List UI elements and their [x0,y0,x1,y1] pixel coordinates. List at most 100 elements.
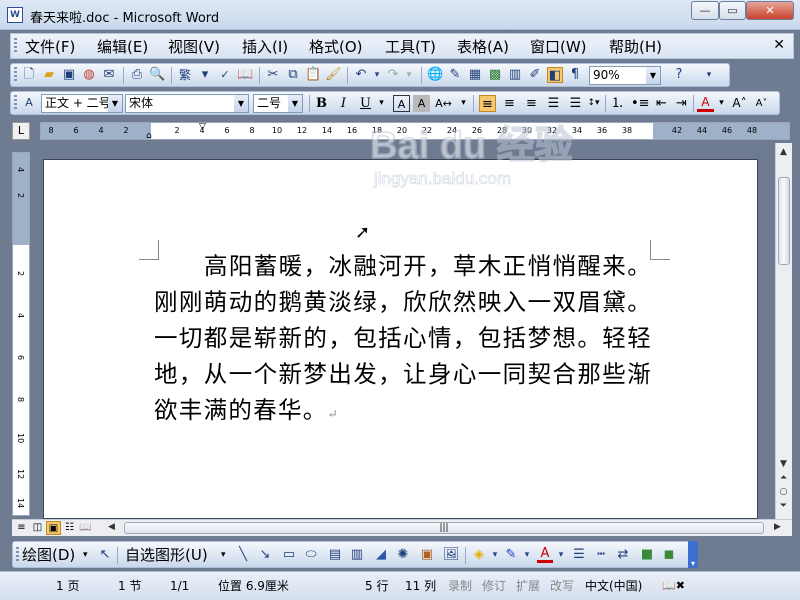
vertical-ruler[interactable]: 4 2 2 4 6 8 10 12 14 [12,152,30,516]
paragraph-text[interactable]: 高阳蓄暖，冰融河开，草木正悄悄醒来。刚刚萌动的鹅黄淡绿，欣欣然映入一双眉黛。一切… [154,252,652,424]
status-page-of[interactable]: 1/1 [170,578,189,594]
status-section[interactable]: 1 节 [118,578,141,594]
traditional-chinese-icon[interactable]: 繁 [177,67,193,83]
justify-icon[interactable]: ☰ [545,95,562,112]
drawing-font-color-icon[interactable]: A [537,547,553,563]
draw-menu-dropdown-icon[interactable]: ▾ [83,547,88,564]
character-scaling-icon[interactable]: A↔ [435,95,452,112]
new-document-icon[interactable]: 🗋 [21,67,37,83]
menu-tools[interactable]: 工具(T) [385,38,436,56]
align-center-icon[interactable]: ≡ [501,95,518,112]
drawing-toolbar-grip[interactable] [16,547,19,563]
insert-excel-icon[interactable]: ▩ [487,67,503,83]
arrow-icon[interactable]: ↘ [257,547,273,563]
font-size-select[interactable]: 二号 ▼ [253,94,303,113]
redo-icon[interactable]: ↷ [385,67,401,83]
status-line[interactable]: 5 行 [365,578,388,594]
underline-dropdown-icon[interactable]: ▾ [373,95,390,112]
columns-icon[interactable]: ▥ [507,67,523,83]
menu-table[interactable]: 表格(A) [457,38,509,56]
reading-layout-view-icon[interactable]: 📖 [78,521,93,535]
next-page-icon[interactable]: ⏷ [776,501,791,511]
menu-format[interactable]: 格式(O) [309,38,363,56]
status-track-changes[interactable]: 修订 [482,578,506,594]
document-map-icon[interactable]: ◧ [547,67,563,83]
distributed-icon[interactable]: ☰ [567,95,584,112]
drawing-icon[interactable]: ✐ [527,67,543,83]
text-box-icon[interactable]: ▤ [327,547,343,563]
spelling-check-icon[interactable]: ✓ [217,67,233,83]
undo-dropdown-icon[interactable]: ▾ [369,67,385,83]
menu-window[interactable]: 窗口(W) [530,38,587,56]
character-border-icon[interactable]: A [393,95,410,112]
open-folder-icon[interactable]: ▰ [41,67,57,83]
undo-icon[interactable]: ↶ [353,67,369,83]
menu-help[interactable]: 帮助(H) [609,38,662,56]
font-color-icon[interactable]: A [697,95,714,112]
shrink-font-icon[interactable]: A˅ [753,95,770,112]
draw-menu-button[interactable]: 绘图(D) [22,547,75,564]
email-icon[interactable]: ✉ [101,67,117,83]
insert-table-icon[interactable]: ▦ [467,67,483,83]
menu-insert[interactable]: 插入(I) [242,38,288,56]
status-page[interactable]: 1 页 [56,578,79,594]
shadow-style-icon[interactable]: ■ [639,547,655,563]
character-shading-icon[interactable]: A [413,95,430,112]
scroll-down-icon[interactable]: ▼ [776,459,791,469]
chinese-conversion-dropdown-icon[interactable]: ▾ [197,67,213,83]
menu-edit[interactable]: 编辑(E) [97,38,148,56]
close-button[interactable]: ✕ [746,1,794,20]
3d-style-icon[interactable]: ◼ [661,547,677,563]
font-select[interactable]: 宋体 ▼ [125,94,249,113]
font-color-dropdown-icon[interactable]: ▾ [553,547,569,563]
bullets-icon[interactable]: •≡ [631,95,650,112]
increase-indent-icon[interactable]: ⇥ [673,95,690,112]
style-select[interactable]: 正文 + 二号 ▼ [41,94,123,113]
scroll-left-icon[interactable]: ◀ [104,522,119,532]
print-preview-icon[interactable]: 🔍 [149,67,165,83]
word-app-icon[interactable]: W [7,7,23,23]
paste-icon[interactable]: 📋 [305,67,321,83]
formatting-toolbar-grip[interactable] [14,95,17,111]
line-spacing-icon[interactable]: ↕▾ [585,95,602,112]
clip-art-icon[interactable]: ▣ [419,547,435,563]
scroll-right-icon[interactable]: ▶ [770,522,785,532]
align-left-icon[interactable]: ≡ [479,95,496,112]
document-body-text[interactable]: 高阳蓄暖，冰融河开，草木正悄悄醒来。刚刚萌动的鹅黄淡绿，欣欣然映入一双眉黛。一切… [154,248,652,432]
redo-dropdown-icon[interactable]: ▾ [401,67,417,83]
styles-pane-icon[interactable]: A [21,95,37,111]
minimize-button[interactable]: — [691,1,719,20]
autoshapes-button[interactable]: 自选图形(U) [125,547,208,564]
vertical-text-box-icon[interactable]: ▥ [349,547,365,563]
line-color-dropdown-icon[interactable]: ▾ [519,547,535,563]
format-painter-icon[interactable]: 🖌 [325,67,342,83]
previous-page-icon[interactable]: ⏶ [776,473,791,483]
autoshapes-dropdown-icon[interactable]: ▾ [221,547,226,564]
italic-icon[interactable]: I [335,95,352,112]
diagram-icon[interactable]: ✺ [395,547,411,563]
fill-color-icon[interactable]: ◈ [471,547,487,563]
chevron-down-icon[interactable]: ▼ [288,95,302,112]
print-icon[interactable]: ⎙ [129,67,145,83]
zoom-select[interactable]: 90% ▼ [589,66,661,85]
scroll-up-icon[interactable]: ▲ [776,147,791,157]
document-close-icon[interactable]: ✕ [773,37,785,53]
chevron-down-icon[interactable]: ▼ [108,95,122,112]
status-position[interactable]: 位置 6.9厘米 [218,578,289,594]
menu-file[interactable]: 文件(F) [25,38,75,56]
first-line-indent-marker[interactable]: ▽ [199,122,206,132]
select-objects-icon[interactable]: ↖ [97,547,113,563]
hanging-indent-marker[interactable]: ⌂ [146,131,152,141]
horizontal-scroll-thumb[interactable]: ||| [124,522,764,534]
line-style-icon[interactable]: ☰ [571,547,587,563]
wordart-icon[interactable]: ◢ [373,547,389,563]
fill-color-dropdown-icon[interactable]: ▾ [487,547,503,563]
document-page[interactable]: 高阳蓄暖，冰融河开，草木正悄悄醒来。刚刚萌动的鹅黄淡绿，欣欣然映入一双眉黛。一切… [43,159,758,519]
horizontal-ruler[interactable]: 8 6 4 2 2 4 6 8 10 12 14 16 18 20 22 24 … [40,122,790,141]
scaling-dropdown-icon[interactable]: ▾ [455,95,472,112]
font-color-dropdown-icon[interactable]: ▾ [713,95,730,112]
hyperlink-icon[interactable]: 🌐 [427,67,443,83]
menu-view[interactable]: 视图(V) [168,38,220,56]
print-layout-view-icon[interactable]: ▣ [46,521,61,535]
vertical-scroll-thumb[interactable] [778,177,790,265]
